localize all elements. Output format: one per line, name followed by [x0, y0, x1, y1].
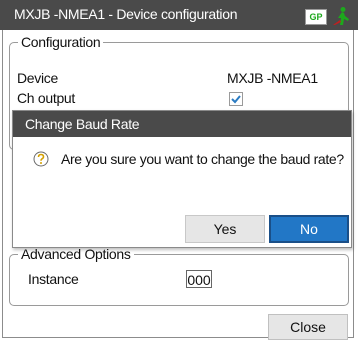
device-value: MXJB -NMEA1: [227, 70, 318, 86]
no-button[interactable]: No: [269, 215, 349, 243]
ch-output-label: Ch output: [17, 90, 76, 106]
dialog-title: Change Baud Rate: [13, 111, 351, 137]
gps-badge[interactable]: GP: [305, 9, 327, 25]
change-baud-rate-dialog: Change Baud Rate Are you sure you want t…: [12, 110, 352, 248]
checkmark-icon: [231, 95, 241, 104]
advanced-options-legend: Advanced Options: [18, 246, 134, 262]
title-bar: MXJB -NMEA1 - Device configuration GP: [0, 0, 358, 30]
person-icon[interactable]: [331, 6, 351, 26]
dialog-message: Are you sure you want to change the baud…: [61, 151, 344, 167]
ch-output-checkbox[interactable]: [229, 92, 243, 106]
device-label: Device: [17, 70, 58, 86]
yes-button[interactable]: Yes: [185, 215, 265, 243]
window-title: MXJB -NMEA1 - Device configuration: [14, 6, 238, 22]
close-button[interactable]: Close: [268, 314, 348, 340]
question-icon: [33, 151, 49, 167]
configuration-legend: Configuration: [18, 34, 104, 50]
instance-label: Instance: [28, 271, 79, 287]
instance-input[interactable]: 000: [186, 270, 212, 288]
